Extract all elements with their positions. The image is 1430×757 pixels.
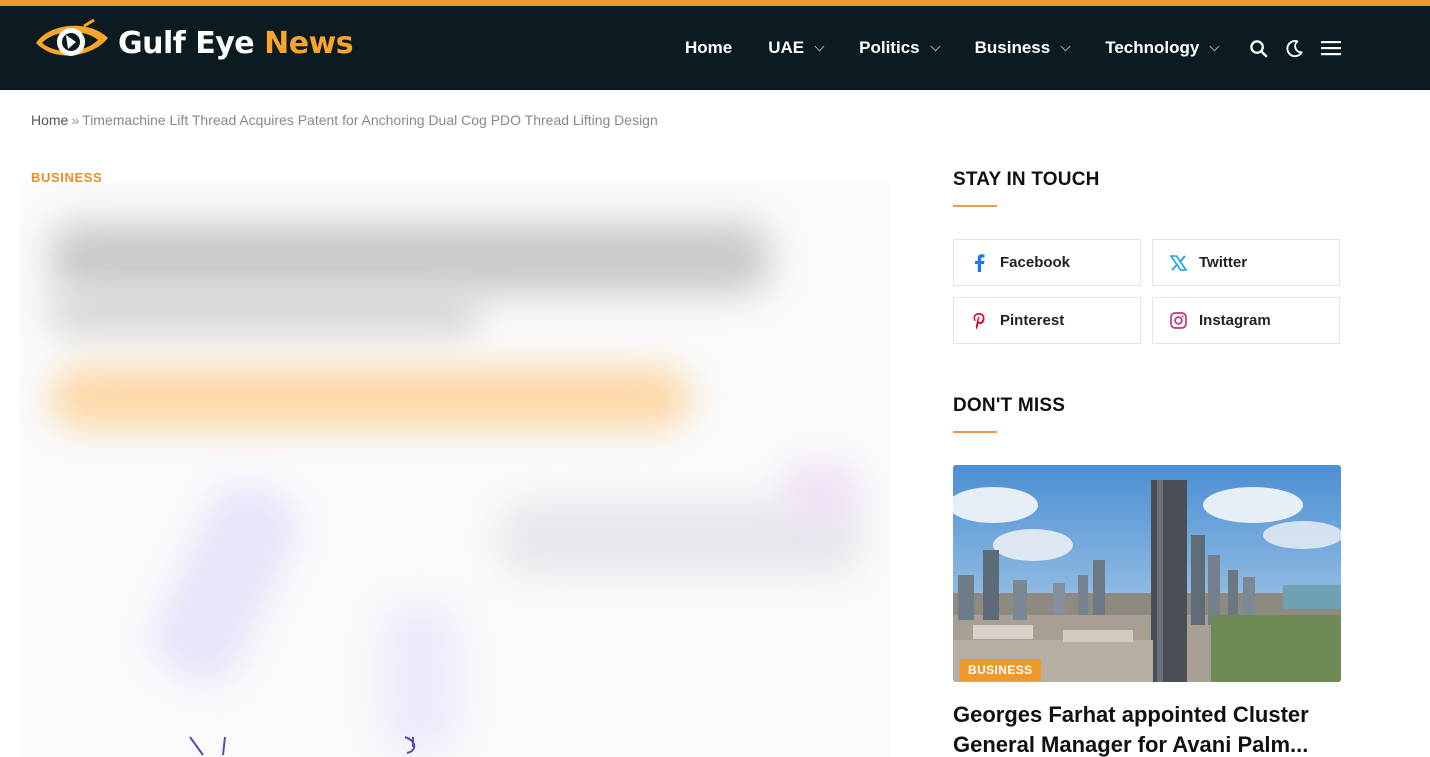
main-nav: Home UAE Politics Business Technology	[685, 6, 1254, 90]
pinterest-icon	[970, 312, 988, 330]
twitter-link[interactable]: Twitter	[1152, 239, 1340, 286]
dont-miss-card-headline[interactable]: Georges Farhat appointed Cluster General…	[953, 700, 1341, 757]
dark-mode-icon[interactable]	[1284, 38, 1304, 58]
breadcrumb: Home» Timemachine Lift Thread Acquires Pa…	[31, 112, 658, 128]
nav-technology-label: Technology	[1105, 38, 1200, 57]
instagram-icon	[1169, 312, 1187, 330]
dont-miss-title: DON'T MISS	[953, 395, 1066, 416]
city-skyline-image	[953, 465, 1341, 682]
instagram-label: Instagram	[1199, 312, 1271, 329]
facebook-link[interactable]: Facebook	[953, 239, 1141, 286]
dont-miss-card-image[interactable]	[953, 465, 1341, 682]
pinterest-link[interactable]: Pinterest	[953, 297, 1141, 344]
nav-uae[interactable]: UAE	[768, 38, 825, 58]
chevron-down-icon	[814, 41, 825, 51]
twitter-x-icon	[1169, 254, 1187, 272]
section-underline	[953, 205, 997, 207]
chevron-down-icon	[1209, 41, 1220, 51]
instagram-link[interactable]: Instagram	[1152, 297, 1340, 344]
facebook-icon	[970, 253, 988, 272]
facebook-label: Facebook	[1000, 254, 1071, 271]
header-actions	[1248, 6, 1342, 90]
section-underline	[953, 431, 997, 433]
nav-politics-label: Politics	[859, 38, 920, 57]
nav-business[interactable]: Business	[974, 38, 1071, 58]
search-icon[interactable]	[1248, 38, 1268, 58]
nav-business-label: Business	[974, 38, 1051, 57]
logo-text: Gulf Eye News	[118, 25, 354, 61]
dont-miss-card-category-badge[interactable]: BUSINESS	[960, 659, 1041, 681]
breadcrumb-separator: »	[71, 112, 80, 128]
blurred-article-content	[20, 183, 890, 757]
breadcrumb-home[interactable]: Home	[31, 112, 68, 128]
menu-icon[interactable]	[1320, 38, 1342, 58]
nav-technology[interactable]: Technology	[1105, 38, 1220, 58]
nav-home[interactable]: Home	[685, 38, 732, 58]
nav-home-label: Home	[685, 38, 733, 57]
nav-uae-label: UAE	[768, 38, 805, 57]
site-logo[interactable]: Gulf Eye News	[32, 16, 354, 70]
pinterest-label: Pinterest	[1000, 312, 1065, 329]
breadcrumb-current: Timemachine Lift Thread Acquires Patent …	[82, 112, 658, 128]
nav-politics[interactable]: Politics	[859, 38, 941, 58]
stay-in-touch-title: STAY IN TOUCH	[953, 169, 1100, 190]
chevron-down-icon	[930, 41, 941, 51]
article-illustration-fragment	[189, 736, 416, 756]
logo-word-2: News	[264, 25, 354, 61]
logo-word-1: Gulf Eye	[118, 25, 255, 61]
twitter-label: Twitter	[1199, 254, 1248, 271]
eye-logo-icon	[36, 18, 108, 56]
chevron-down-icon	[1060, 41, 1071, 51]
